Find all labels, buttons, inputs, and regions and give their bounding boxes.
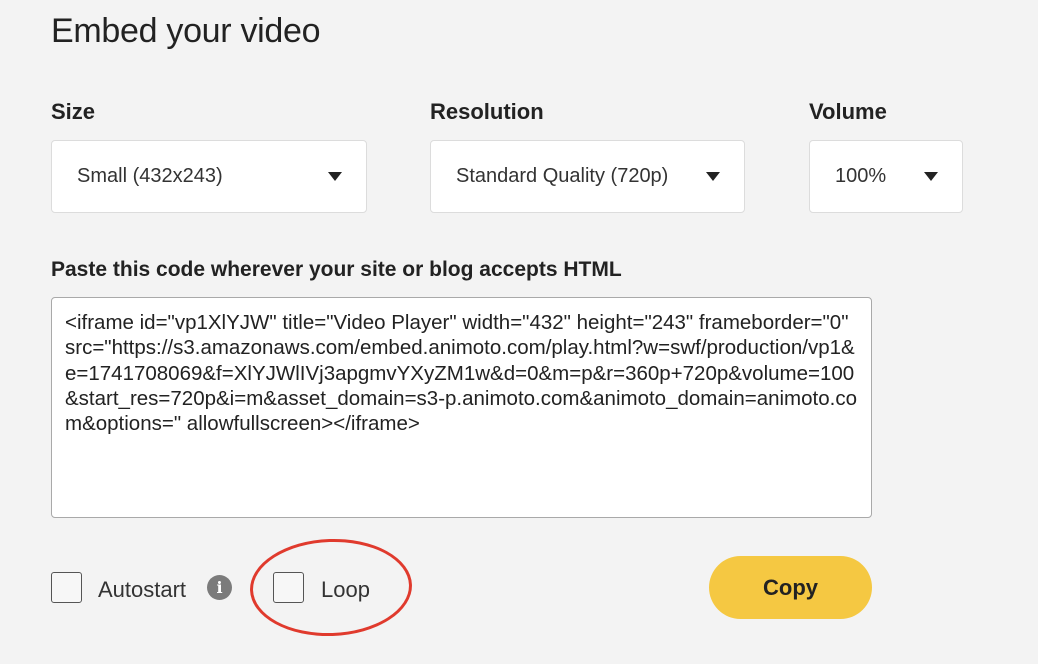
caret-down-icon (328, 172, 342, 181)
volume-select-value: 100% (835, 165, 887, 187)
autostart-checkbox[interactable] (51, 572, 82, 603)
volume-label: Volume (809, 99, 887, 124)
embed-code-label: Paste this code wherever your site or bl… (51, 258, 622, 281)
size-label: Size (51, 99, 96, 124)
copy-button[interactable]: Copy (709, 556, 872, 619)
autostart-label: Autostart (98, 577, 187, 602)
caret-down-icon (924, 172, 938, 181)
resolution-select[interactable]: Standard Quality (720p) (430, 140, 745, 213)
resolution-label: Resolution (430, 99, 544, 124)
page-title: Embed your video (51, 12, 321, 50)
loop-checkbox[interactable] (273, 572, 304, 603)
info-icon[interactable]: i (207, 575, 232, 600)
size-select[interactable]: Small (432x243) (51, 140, 367, 213)
embed-code-textarea[interactable]: <iframe id="vp1XlYJW" title="Video Playe… (51, 297, 872, 518)
loop-label: Loop (321, 577, 370, 602)
caret-down-icon (706, 172, 720, 181)
volume-select[interactable]: 100% (809, 140, 963, 213)
size-select-value: Small (432x243) (77, 165, 223, 187)
resolution-select-value: Standard Quality (720p) (456, 165, 669, 187)
